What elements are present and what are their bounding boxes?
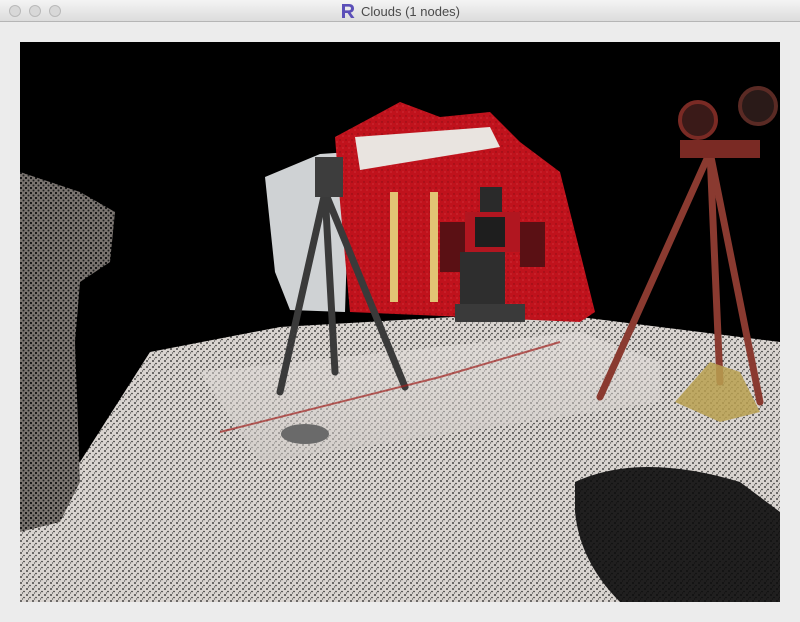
tripod-right-crossbar <box>680 140 760 158</box>
tripod-right-head-left <box>680 102 716 138</box>
window-title: Clouds (1 nodes) <box>361 4 460 19</box>
wall-post-right <box>430 192 438 302</box>
rtabmap-r-icon <box>340 3 356 19</box>
clouds-window: Clouds (1 nodes) <box>0 0 800 622</box>
point-cloud-scene <box>20 42 780 602</box>
tripod-left-head <box>315 157 343 197</box>
point-cloud-viewport[interactable] <box>20 42 780 602</box>
floor-object-cloud <box>281 424 329 444</box>
window-title-group: Clouds (1 nodes) <box>0 2 800 20</box>
title-bar[interactable]: Clouds (1 nodes) <box>0 0 800 22</box>
tripod-right-head-right <box>740 88 776 124</box>
wall-post-left <box>390 192 398 302</box>
